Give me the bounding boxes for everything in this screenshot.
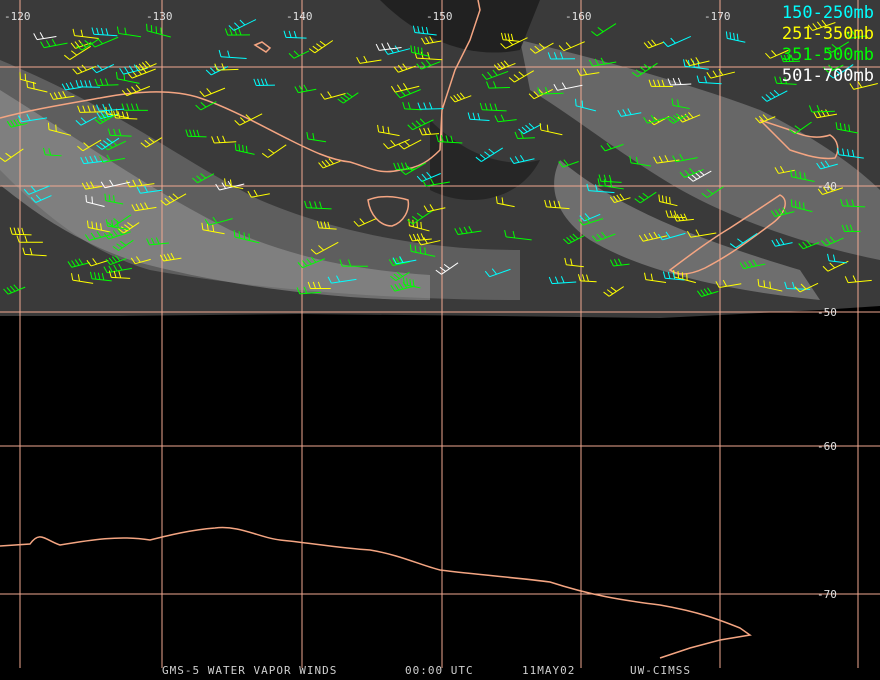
satellite-imagery xyxy=(0,0,880,318)
latitude-label: -40 xyxy=(817,180,837,193)
legend-item-251-350mb: 251-350mb xyxy=(781,24,874,44)
latitude-label: -70 xyxy=(817,588,837,601)
longitude-label: -160 xyxy=(565,10,592,23)
latitude-label: -60 xyxy=(817,440,837,453)
longitude-label: -120 xyxy=(4,10,31,23)
longitude-label: -170 xyxy=(704,10,731,23)
longitude-label: -140 xyxy=(286,10,313,23)
image-caption: GMS-5 WATER VAPOR WINDS 00:00 UTC 11MAY0… xyxy=(0,664,880,678)
data-source: UW-CIMSS xyxy=(630,664,691,677)
observation-time: 00:00 UTC xyxy=(405,664,474,677)
water-vapor-wind-map: -120 -130 -140 -150 -160 -170 -40 -50 -60 -70 xyxy=(0,0,880,668)
pressure-level-legend: 150-250mb 251-350mb 351-500mb 501-700mb xyxy=(782,3,874,87)
legend-item-501-700mb: 501-700mb xyxy=(781,66,874,86)
longitude-label: -130 xyxy=(146,10,173,23)
latitude-label: -50 xyxy=(817,306,837,319)
legend-item-351-500mb: 351-500mb xyxy=(781,45,874,65)
antarctica-coast xyxy=(0,526,752,659)
longitude-label: -150 xyxy=(426,10,453,23)
observation-date: 11MAY02 xyxy=(522,664,576,677)
legend-item-150-250mb: 150-250mb xyxy=(781,3,874,23)
product-name: GMS-5 WATER VAPOR WINDS xyxy=(162,664,338,677)
